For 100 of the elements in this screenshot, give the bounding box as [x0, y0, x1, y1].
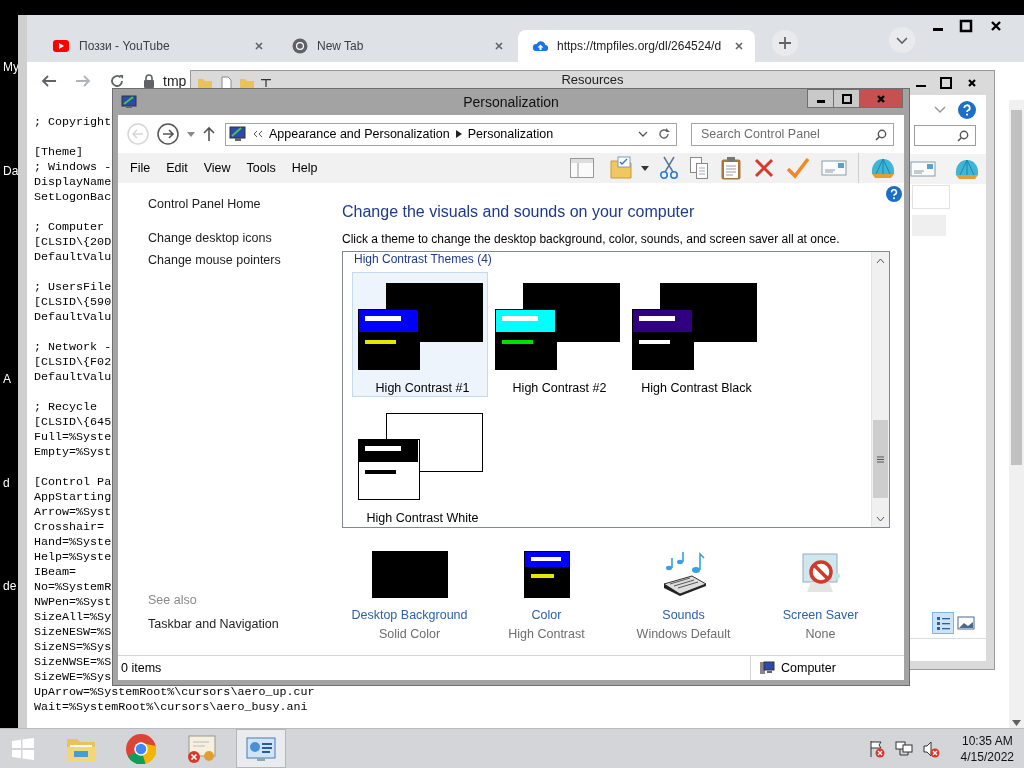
- browser-tab[interactable]: Поззи - YouTube: [38, 30, 275, 62]
- clipboard-icon[interactable]: [720, 156, 742, 180]
- scroll-down-icon[interactable]: [876, 516, 885, 522]
- text-line: SizeNWSE=%S: [34, 655, 112, 670]
- menu-item[interactable]: Edit: [158, 158, 196, 178]
- checkmark-icon[interactable]: [786, 157, 810, 179]
- desktop-icon-label[interactable]: My: [3, 60, 19, 74]
- chrome-logo-icon: [292, 38, 308, 54]
- minimize-icon: [816, 99, 825, 103]
- maximize-icon[interactable]: [959, 19, 973, 33]
- text-line: SetLogonBac: [34, 190, 112, 205]
- back-arrow-icon[interactable]: [41, 73, 57, 89]
- delete-icon[interactable]: [753, 157, 775, 179]
- text-line: Hand=%Syste: [34, 535, 112, 550]
- certificate-icon: [185, 733, 217, 764]
- setting-value: High Contrast: [508, 627, 585, 641]
- link[interactable]: Screen Saver: [782, 608, 859, 622]
- pane-layout-icon[interactable]: [570, 158, 594, 178]
- breadcrumb-item[interactable]: Personalization: [467, 127, 554, 141]
- reload-icon[interactable]: [109, 73, 125, 89]
- page-heading: Change the visuals and sounds on your computer: [342, 203, 696, 221]
- text-line: No=%SystemR: [34, 580, 112, 595]
- details-view-icon[interactable]: [932, 612, 954, 634]
- window-title: Resources: [561, 73, 624, 87]
- text-line: [Theme]: [34, 145, 84, 160]
- video-play-icon: [52, 38, 70, 54]
- setting-value: Windows Default: [636, 627, 731, 641]
- help-icon[interactable]: [886, 186, 902, 202]
- close-icon[interactable]: [966, 77, 978, 89]
- link[interactable]: Desktop Background: [351, 608, 468, 622]
- theme-item[interactable]: High Contrast White: [352, 402, 488, 527]
- text-line: ; Computer: [34, 220, 105, 235]
- envelope-icon[interactable]: [821, 158, 847, 178]
- seashell-icon[interactable]: [954, 157, 980, 181]
- close-button[interactable]: [859, 89, 903, 108]
- menu-item[interactable]: File: [122, 158, 159, 178]
- desktop-icon-label[interactable]: d: [3, 476, 10, 490]
- desktop-icon-label[interactable]: de: [3, 579, 17, 593]
- link[interactable]: Taskbar and Navigation: [148, 617, 279, 631]
- close-icon[interactable]: [733, 40, 745, 52]
- forward-icon[interactable]: [157, 123, 179, 145]
- up-arrow-icon[interactable]: [203, 126, 215, 142]
- text-line: Arrow=%Syst: [34, 505, 112, 520]
- scissors-icon[interactable]: [660, 156, 678, 180]
- help-icon[interactable]: [958, 101, 976, 119]
- action-center-flag-icon[interactable]: [867, 739, 886, 758]
- speaker-muted-icon[interactable]: [921, 739, 940, 758]
- text-line: ; Network -: [34, 340, 112, 355]
- link[interactable]: Change desktop icons: [148, 231, 272, 245]
- taskbar-app[interactable]: [236, 729, 286, 768]
- link[interactable]: Color: [531, 608, 562, 622]
- item-count: 0 items: [120, 661, 163, 675]
- breadcrumb-arrow-icon: [455, 130, 462, 138]
- address-bar[interactable]: Appearance and Personalization Personalization: [225, 122, 677, 146]
- menu-item[interactable]: Help: [283, 158, 326, 178]
- scrollbar[interactable]: [1009, 100, 1024, 728]
- theme-item[interactable]: High Contrast #1: [352, 272, 488, 397]
- seashell-icon[interactable]: [870, 156, 896, 180]
- text-line: SizeNESW=%S: [34, 625, 112, 640]
- scrollbar[interactable]: [871, 252, 889, 527]
- double-chevron-icon: [253, 130, 263, 138]
- envelope-icon[interactable]: [910, 159, 936, 179]
- maximize-button[interactable]: [833, 89, 860, 108]
- browser-tab[interactable]: New Tab: [278, 30, 515, 62]
- folder-icon: [239, 76, 255, 90]
- chevron-down-icon[interactable]: [638, 130, 648, 138]
- setting-value: Solid Color: [378, 627, 441, 641]
- close-icon[interactable]: [989, 19, 1003, 33]
- desktop-icon-label[interactable]: Da: [3, 164, 19, 178]
- menu-item[interactable]: Tools: [238, 158, 284, 178]
- scroll-up-icon[interactable]: [876, 258, 885, 264]
- theme-item[interactable]: High Contrast #2: [489, 272, 625, 397]
- text-line: [CLSID\{645: [34, 415, 112, 430]
- pin-icon: [261, 79, 271, 87]
- copy-icon[interactable]: [689, 156, 709, 180]
- address-text[interactable]: tmp: [163, 73, 187, 89]
- desktop-icon-label[interactable]: A: [3, 372, 11, 386]
- theme-item[interactable]: High Contrast Black: [626, 272, 762, 397]
- folder-options-icon[interactable]: [609, 156, 633, 180]
- link[interactable]: Change mouse pointers: [148, 253, 281, 267]
- grip-icon: [877, 455, 884, 463]
- description-text: Click a theme to change the desktop background, color, sounds, and screen saver all at once.: [342, 232, 841, 246]
- text-line: ; UsersFile: [34, 280, 112, 295]
- browser-tab[interactable]: https://tmpfiles.org/dl/264524/d: [518, 30, 755, 62]
- dropdown-icon[interactable]: [641, 165, 649, 171]
- network-icon[interactable]: [894, 739, 913, 758]
- maximize-icon[interactable]: [940, 77, 952, 89]
- breadcrumb-item[interactable]: Appearance and Personalization: [269, 127, 450, 141]
- link[interactable]: Sounds: [662, 608, 705, 622]
- search-field[interactable]: [914, 125, 976, 146]
- search-field[interactable]: Search Control Panel: [691, 122, 894, 146]
- refresh-icon[interactable]: [658, 128, 670, 140]
- computer-icon: [759, 661, 775, 675]
- scroll-down-icon[interactable]: [1012, 720, 1021, 726]
- text-line: SizeAll=%Sy: [34, 610, 112, 625]
- text-line: ; Copyright: [34, 115, 112, 130]
- menu-item[interactable]: View: [195, 158, 239, 178]
- clock[interactable]: 10:35 AM 4/15/2022: [960, 732, 1014, 765]
- minimize-button[interactable]: [807, 89, 834, 108]
- link[interactable]: Control Panel Home: [148, 197, 261, 211]
